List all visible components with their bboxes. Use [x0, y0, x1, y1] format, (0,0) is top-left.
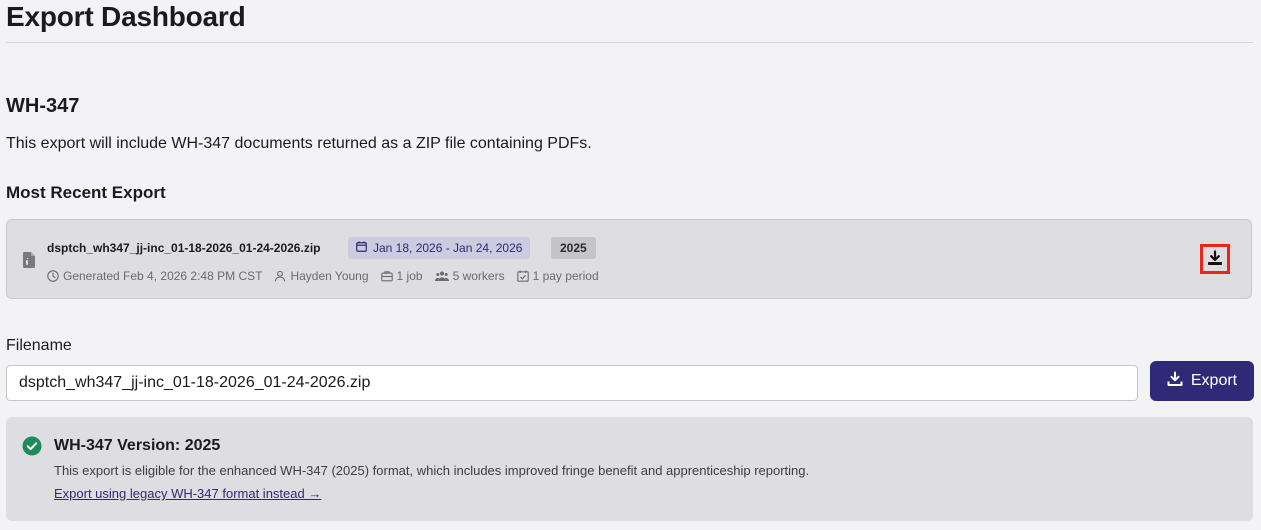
page-title: Export Dashboard — [6, 1, 246, 32]
version-title: WH-347 Version: 2025 — [54, 437, 221, 454]
recent-export-card: dsptch_wh347_jj-inc_01-18-2026_01-24-202… — [6, 219, 1252, 299]
clock-icon — [47, 270, 59, 282]
jobs-meta: 1 job — [380, 268, 423, 284]
pay-period-text: 1 pay period — [532, 269, 599, 283]
generated-meta: Generated Feb 4, 2026 2:48 PM CST — [47, 268, 262, 284]
calendar-icon — [356, 237, 367, 259]
workers-text: 5 workers — [452, 269, 505, 283]
file-icon — [23, 252, 35, 268]
export-metadata: Generated Feb 4, 2026 2:48 PM CST Hayden… — [47, 268, 599, 284]
jobs-text: 1 job — [396, 269, 423, 283]
date-range-badge: Jan 18, 2026 - Jan 24, 2026 — [348, 237, 531, 259]
user-meta: Hayden Young — [274, 268, 369, 284]
users-icon — [434, 270, 449, 282]
section-description: This export will include WH-347 document… — [6, 135, 592, 152]
section-title: WH-347 — [6, 95, 80, 117]
download-icon — [1207, 249, 1223, 269]
filename-input[interactable] — [6, 365, 1138, 401]
generated-text: Generated Feb 4, 2026 2:48 PM CST — [63, 269, 263, 283]
workers-meta: 5 workers — [434, 268, 505, 284]
legacy-format-link[interactable]: Export using legacy WH-347 format instea… — [54, 486, 321, 502]
user-icon — [274, 270, 286, 282]
export-file-name: dsptch_wh347_jj-inc_01-18-2026_01-24-202… — [47, 241, 321, 255]
download-icon — [1167, 371, 1183, 392]
version-info-card: WH-347 Version: 2025 This export is elig… — [6, 417, 1253, 521]
version-description: This export is eligible for the enhanced… — [54, 463, 810, 478]
download-button[interactable] — [1200, 244, 1230, 274]
pay-period-meta: 1 pay period — [516, 268, 599, 284]
briefcase-icon — [380, 270, 393, 282]
most-recent-export-heading: Most Recent Export — [6, 183, 166, 202]
filename-label: Filename — [6, 337, 72, 354]
user-name-text: Hayden Young — [290, 269, 369, 283]
date-range-text: Jan 18, 2026 - Jan 24, 2026 — [373, 241, 523, 255]
export-button[interactable]: Export — [1150, 361, 1254, 401]
check-circle-icon — [22, 436, 42, 461]
calendar-check-icon — [516, 270, 529, 282]
export-button-label: Export — [1190, 372, 1238, 389]
title-divider — [6, 42, 1253, 43]
year-badge: 2025 — [551, 237, 596, 259]
